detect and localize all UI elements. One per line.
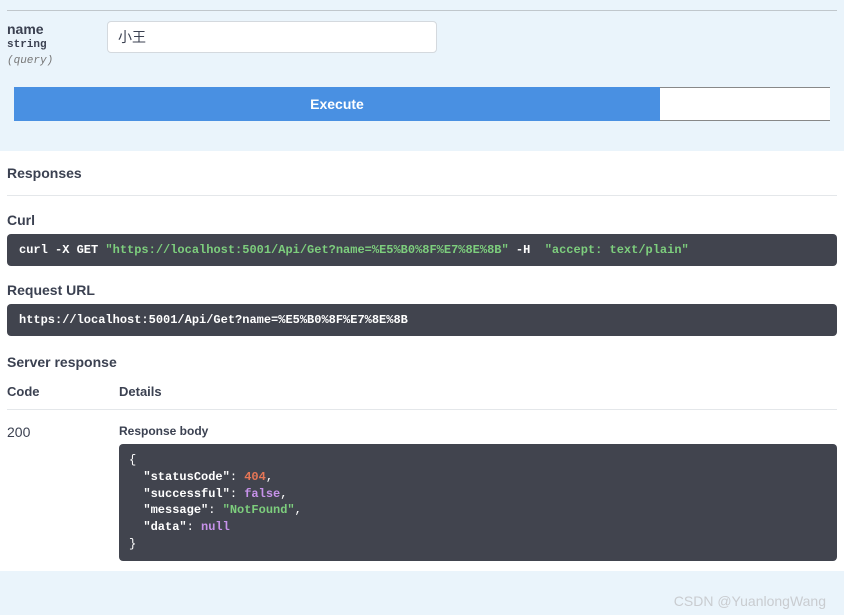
json-successful: false	[244, 487, 280, 501]
response-body-label: Response body	[119, 424, 837, 438]
response-body-json: { "statusCode": 404, "successful": false…	[119, 444, 837, 561]
clear-button[interactable]	[660, 87, 830, 121]
curl-prefix: curl -X GET	[19, 243, 105, 257]
response-details: Response body { "statusCode": 404, "succ…	[119, 424, 837, 561]
col-details: Details	[119, 384, 162, 399]
curl-block: curl -X GET "https://localhost:5001/Api/…	[7, 234, 837, 266]
server-response-label: Server response	[7, 354, 837, 370]
request-url-label: Request URL	[7, 282, 837, 298]
button-row: Execute	[0, 87, 844, 121]
col-code: Code	[7, 384, 119, 399]
json-message: "NotFound"	[223, 503, 295, 517]
responses-section: Responses Curl curl -X GET "https://loca…	[0, 151, 844, 571]
response-code: 200	[7, 424, 119, 561]
response-row: 200 Response body { "statusCode": 404, "…	[7, 410, 837, 561]
curl-label: Curl	[7, 212, 837, 228]
param-input-wrap	[107, 21, 437, 67]
parameter-row: name string (query)	[0, 11, 844, 87]
watermark: CSDN @YuanlongWang	[674, 593, 826, 609]
param-type-label: string	[7, 39, 107, 51]
curl-header: "accept: text/plain"	[545, 243, 689, 257]
json-data: null	[201, 520, 230, 534]
responses-heading: Responses	[7, 165, 837, 196]
param-location-label: (query)	[7, 55, 107, 67]
curl-url: "https://localhost:5001/Api/Get?name=%E5…	[105, 243, 508, 257]
name-input[interactable]	[107, 21, 437, 53]
param-meta: name string (query)	[7, 21, 107, 67]
execute-button[interactable]: Execute	[14, 87, 660, 121]
curl-hflag: -H	[509, 243, 545, 257]
param-name-label: name	[7, 21, 107, 37]
response-table-head: Code Details	[7, 370, 837, 410]
request-url-block: https://localhost:5001/Api/Get?name=%E5%…	[7, 304, 837, 336]
